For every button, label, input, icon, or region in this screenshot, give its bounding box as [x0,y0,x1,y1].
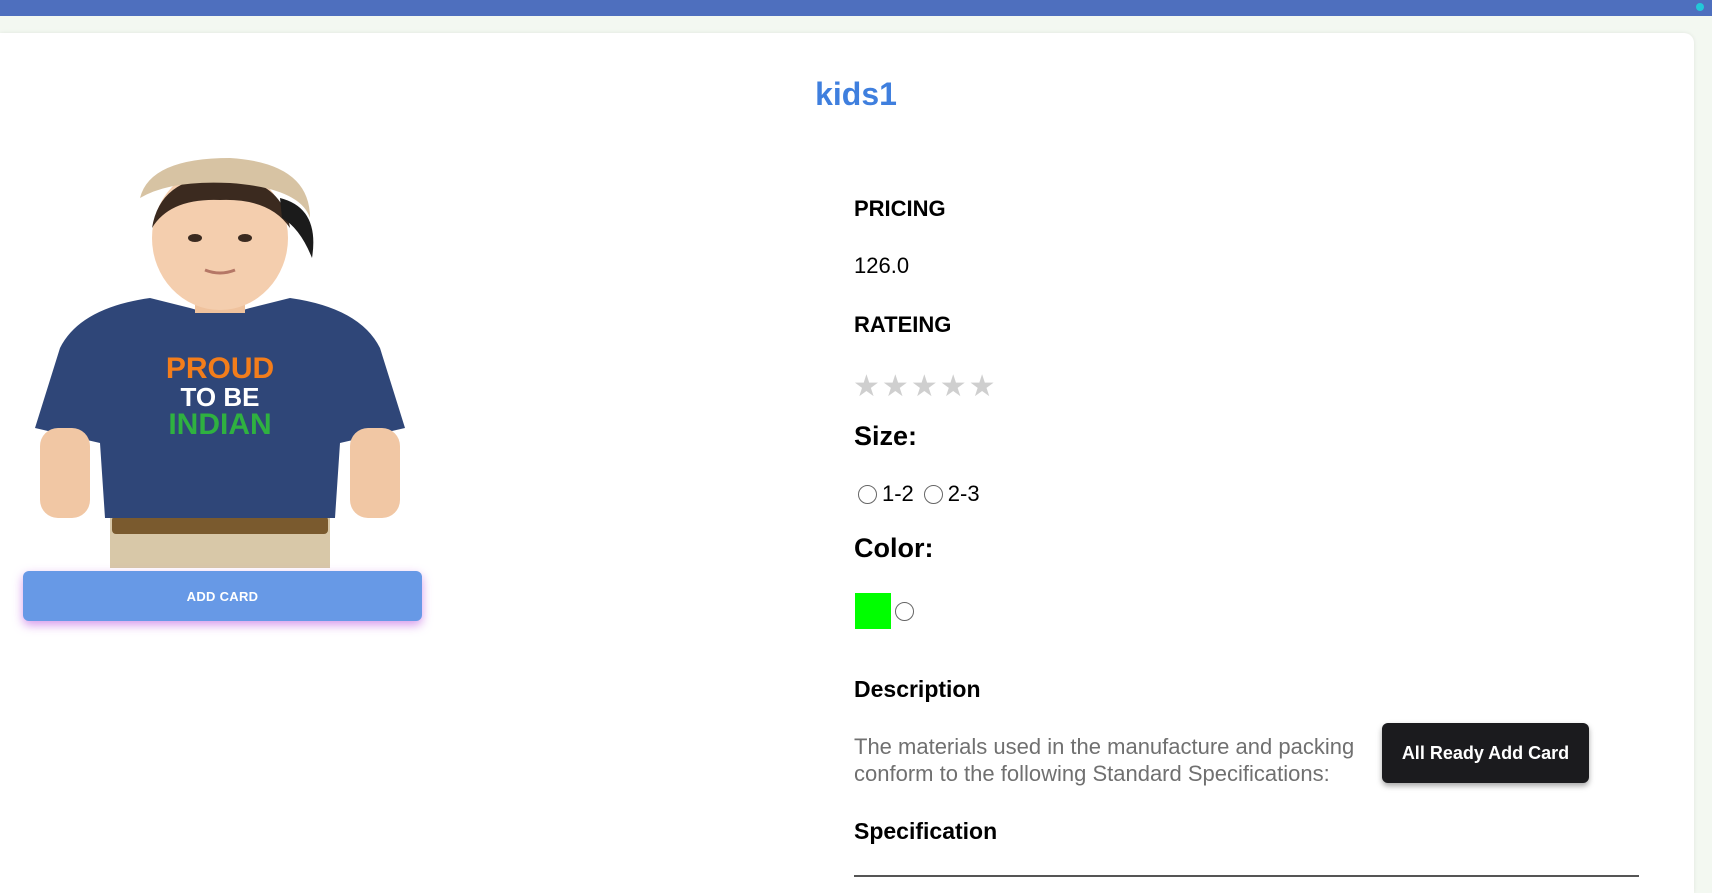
size-option-label: 1-2 [882,481,914,506]
size-option-label: 2-3 [947,481,980,506]
size-option-2-3[interactable]: 2-3 [923,481,980,507]
size-radio-1-2[interactable] [858,484,877,504]
toast-already-added: All Ready Add Card [1382,723,1589,783]
color-radio[interactable] [895,601,914,621]
status-dot [1696,3,1704,11]
star-icon-1[interactable]: ★ [853,372,880,402]
specification-heading: Specification [854,818,998,844]
star-icon-4[interactable]: ★ [940,372,967,402]
color-label: Color: [854,533,934,563]
size-option-1-2[interactable]: 1-2 [858,481,914,507]
size-radio-2-3[interactable] [923,484,943,504]
rating-stars: ★ ★ ★ ★ ★ [853,372,996,402]
star-icon-5[interactable]: ★ [969,372,996,402]
star-icon-2[interactable]: ★ [882,372,909,402]
product-image: PROUD TO BE INDIAN [35,158,405,568]
color-swatch-green[interactable] [855,593,891,629]
product-title: kids1 [815,76,897,112]
price-value: 126.0 [854,253,910,278]
specification-divider [854,875,1639,877]
size-options: 1-2 2-3 [858,481,984,507]
description-text: The materials used in the manufacture an… [854,734,1355,786]
tshirt-print-line3: INDIAN [168,408,271,441]
description-heading: Description [854,676,981,702]
pricing-label: PRICING [854,196,946,221]
size-label: Size: [854,421,918,451]
tshirt-print-line1: PROUD [166,352,274,385]
top-navigation-bar [0,0,1712,16]
add-card-button[interactable]: ADD CARD [23,571,422,621]
color-options [855,593,914,629]
star-icon-3[interactable]: ★ [911,372,938,402]
rating-label: RATEING [854,312,952,337]
